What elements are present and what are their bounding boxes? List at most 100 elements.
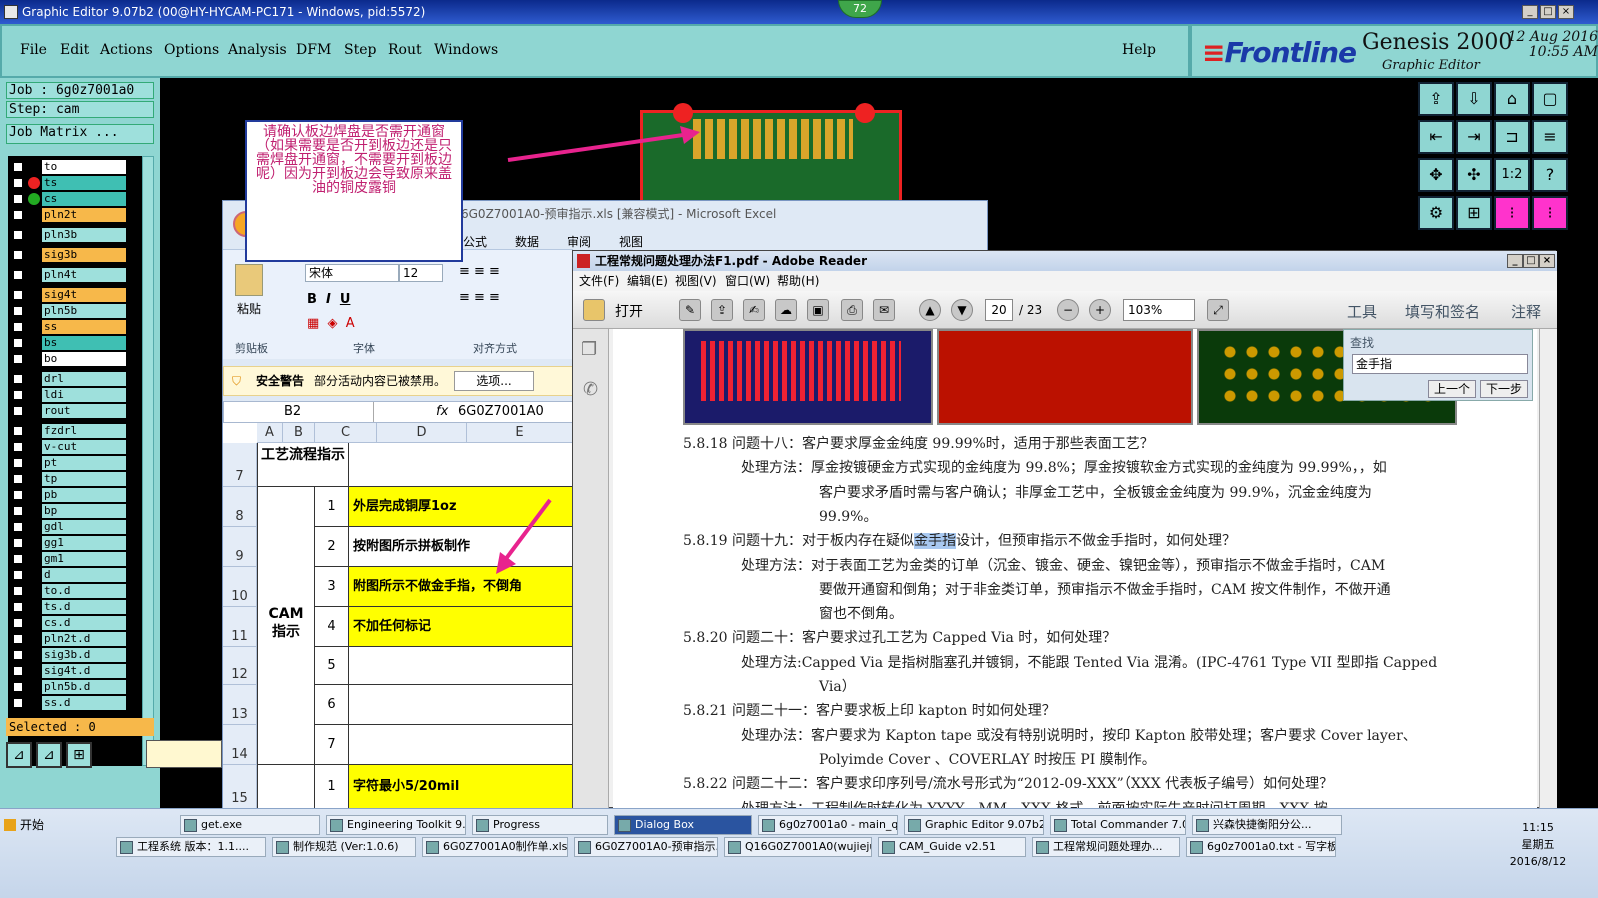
cloud-upload-icon[interactable]: ☁	[775, 299, 797, 321]
layer-name[interactable]: pln5b	[42, 304, 126, 318]
instruction-cell[interactable]: 不加任何标记	[349, 607, 573, 647]
prev-page-icon[interactable]: ▲	[919, 299, 941, 321]
layer-row[interactable]: rout	[10, 404, 128, 418]
zoom-tool-icon[interactable]: ⊿	[6, 742, 32, 768]
layer-checkbox[interactable]	[12, 681, 24, 693]
layer-row[interactable]: fzdrl	[10, 424, 128, 438]
layer-checkbox[interactable]	[12, 505, 24, 517]
measure-tool-icon[interactable]: ⊿	[36, 742, 62, 768]
layer-checkbox[interactable]	[12, 521, 24, 533]
layer-checkbox[interactable]	[12, 537, 24, 549]
layer-row[interactable]: gg1	[10, 536, 128, 550]
tab-view[interactable]: 视图	[619, 233, 643, 250]
zoom-out-icon[interactable]: −	[1057, 299, 1079, 321]
toolbar-icon-15[interactable]: ⁝	[1494, 196, 1530, 230]
layer-row[interactable]: sig4t	[10, 288, 128, 302]
menu-windows[interactable]: Windows	[434, 42, 498, 58]
layer-row[interactable]: ts.d	[10, 600, 128, 614]
row-header[interactable]: 9	[223, 527, 257, 567]
layer-checkbox[interactable]	[12, 249, 24, 261]
instruction-cell[interactable]	[349, 685, 573, 725]
open-folder-icon[interactable]	[583, 299, 605, 321]
edit-icon[interactable]: ✍	[743, 299, 765, 321]
tab-data[interactable]: 数据	[515, 233, 539, 250]
layer-checkbox[interactable]	[12, 269, 24, 281]
process-header-empty[interactable]	[349, 443, 573, 487]
menu-file[interactable]: File	[20, 42, 47, 58]
taskbar-button[interactable]: get.exe	[180, 815, 320, 835]
menu-rout[interactable]: Rout	[388, 42, 422, 58]
toolbar-icon-5[interactable]: ⇤	[1418, 120, 1454, 154]
toolbar-icon-2[interactable]: ⇩	[1456, 82, 1492, 116]
taskbar-button[interactable]: 工程常规问题处理办...	[1032, 837, 1180, 857]
bold-icon[interactable]: B I U	[307, 292, 350, 307]
layer-name[interactable]: sig3b	[42, 248, 126, 262]
export-icon[interactable]: ⇪	[711, 299, 733, 321]
toolbar-icon-10[interactable]: ✣	[1456, 158, 1492, 192]
cam-label-cell[interactable]: CAM 指示	[257, 487, 315, 765]
layer-row[interactable]: pln3b	[10, 228, 128, 242]
taskbar-button[interactable]: Engineering Toolkit 9....	[326, 815, 466, 835]
layer-name[interactable]: bs	[42, 336, 126, 350]
taskbar-button[interactable]: 6G0Z7001A0-预审指示...	[574, 837, 718, 857]
layer-row[interactable]: pln5b.d	[10, 680, 128, 694]
align-icons-2[interactable]: ≡ ≡ ≡	[459, 290, 500, 305]
layer-checkbox[interactable]	[12, 569, 24, 581]
layer-row[interactable]: bo	[10, 352, 128, 366]
layer-row[interactable]: to.d	[10, 584, 128, 598]
layer-name[interactable]: cs.d	[42, 616, 126, 630]
font-size-select[interactable]: 12	[399, 264, 443, 282]
layer-row[interactable]: to	[10, 160, 128, 174]
layer-row[interactable]: sig3b.d	[10, 648, 128, 662]
toolbar-icon-11[interactable]: 1:2	[1494, 158, 1530, 192]
layer-checkbox[interactable]	[12, 601, 24, 613]
xy-input[interactable]	[146, 740, 222, 768]
layer-scrollbar[interactable]	[142, 156, 154, 766]
toolbar-icon-13[interactable]: ⚙	[1418, 196, 1454, 230]
layer-name[interactable]: tp	[42, 472, 126, 486]
layer-name[interactable]: pln4t	[42, 268, 126, 282]
layer-checkbox[interactable]	[12, 441, 24, 453]
adobe-close-button[interactable]: ×	[1539, 254, 1555, 268]
layer-checkbox[interactable]	[12, 405, 24, 417]
taskbar-button[interactable]: Dialog Box	[614, 815, 752, 835]
step-number-cell[interactable]: 4	[315, 607, 349, 647]
taskbar-button[interactable]: 制作规范 (Ver:1.0.6)	[272, 837, 416, 857]
layer-row[interactable]: ss	[10, 320, 128, 334]
tools-button[interactable]: 工具	[1347, 301, 1377, 322]
layer-checkbox[interactable]	[12, 473, 24, 485]
menu-help[interactable]: Help	[1122, 42, 1156, 58]
layer-name[interactable]: pln5b.d	[42, 680, 126, 694]
step-number-cell[interactable]: 1	[315, 765, 349, 809]
paste-icon[interactable]	[235, 264, 263, 296]
minimize-button[interactable]: _	[1522, 5, 1538, 19]
layer-checkbox[interactable]	[12, 229, 24, 241]
layer-row[interactable]: pln2t.d	[10, 632, 128, 646]
layer-checkbox[interactable]	[12, 193, 24, 205]
layer-row[interactable]: ss.d	[10, 696, 128, 710]
toolbar-icon-12[interactable]: ?	[1532, 158, 1568, 192]
process-header-cell[interactable]: 工艺流程指示	[257, 443, 349, 487]
grid-tool-icon[interactable]: ⊞	[66, 742, 92, 768]
font-name-select[interactable]: 宋体	[305, 264, 399, 282]
layer-checkbox[interactable]	[12, 289, 24, 301]
row-header[interactable]: 7	[223, 443, 257, 487]
layer-row[interactable]: v-cut	[10, 440, 128, 454]
maximize-button[interactable]: □	[1540, 5, 1556, 19]
toolbar-icon-8[interactable]: ≡	[1532, 120, 1568, 154]
taskbar-button[interactable]: Graphic Editor 9.07b2 ...	[904, 815, 1044, 835]
layer-checkbox[interactable]	[12, 305, 24, 317]
layer-name[interactable]: rout	[42, 404, 126, 418]
create-pdf-icon[interactable]: ✎	[679, 299, 701, 321]
instruction-cell[interactable]	[349, 647, 573, 685]
layer-name[interactable]: pt	[42, 456, 126, 470]
save-icon[interactable]: ▣	[807, 299, 829, 321]
layer-checkbox[interactable]	[12, 649, 24, 661]
taskbar-button[interactable]: 6g0z7001a0 - main_qa	[758, 815, 898, 835]
instruction-cell[interactable]	[349, 725, 573, 765]
layer-row[interactable]: pb	[10, 488, 128, 502]
taskbar-button[interactable]: CAM_Guide v2.51	[878, 837, 1026, 857]
column-header[interactable]: B	[283, 423, 315, 443]
toolbar-icon-6[interactable]: ⇥	[1456, 120, 1492, 154]
name-box[interactable]: B2	[224, 402, 374, 422]
